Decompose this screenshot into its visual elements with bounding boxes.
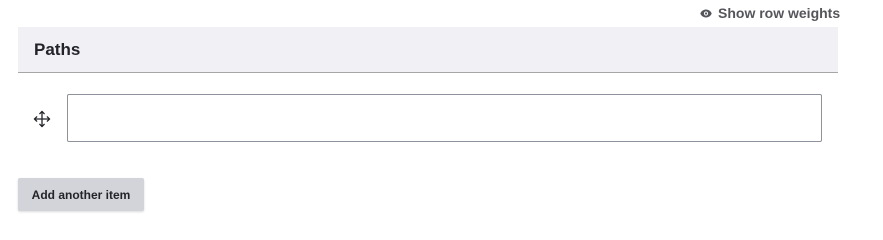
paths-field-widget: Show row weights Paths Add another item <box>0 0 883 226</box>
move-arrows-icon[interactable] <box>33 110 51 128</box>
add-another-item-button[interactable]: Add another item <box>18 178 144 211</box>
paths-table: Paths <box>18 27 838 162</box>
paths-table-header: Paths <box>18 27 838 73</box>
show-row-weights-label: Show row weights <box>718 5 841 21</box>
eye-icon <box>700 9 712 18</box>
show-row-weights-toggle[interactable]: Show row weights <box>700 4 840 22</box>
paths-field-title: Paths <box>34 39 81 59</box>
path-input[interactable] <box>67 94 822 142</box>
table-row <box>18 73 838 162</box>
